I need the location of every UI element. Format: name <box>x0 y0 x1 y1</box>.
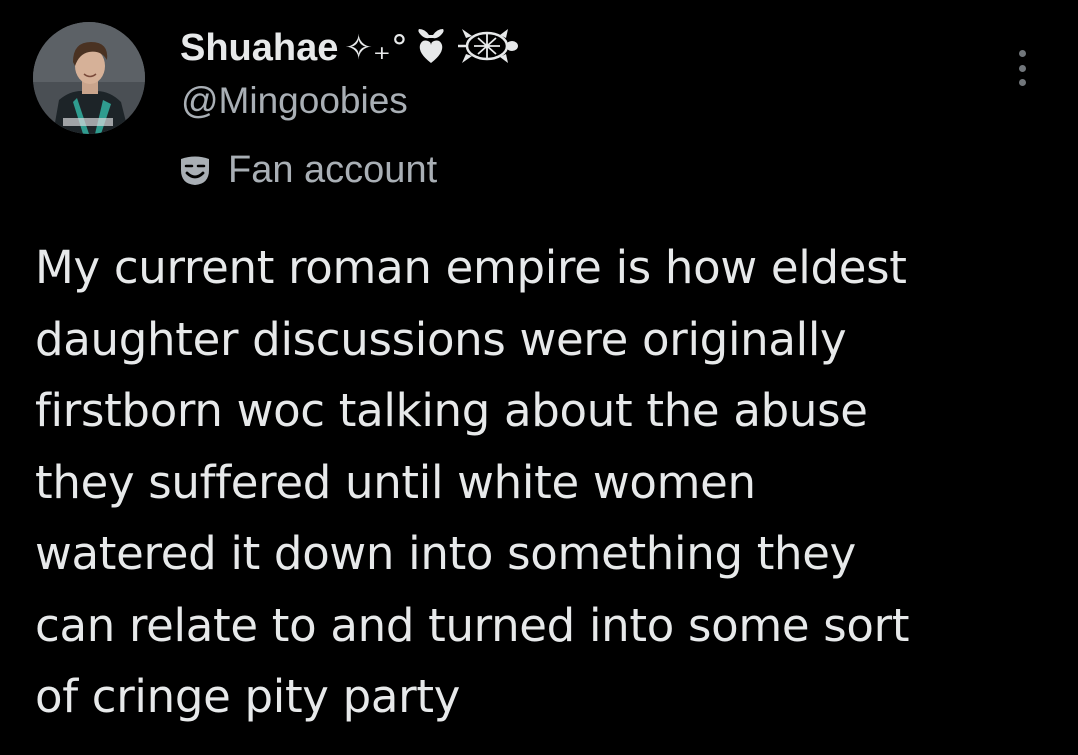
account-label[interactable]: Fan account <box>178 144 437 196</box>
tweet-text: My current roman empire is how eldest da… <box>35 241 910 723</box>
fan-account-label: Fan account <box>228 148 438 191</box>
bow-heart-icon <box>416 29 446 67</box>
avatar-photo <box>33 22 145 134</box>
more-dots-icon <box>1018 50 1026 57</box>
display-name[interactable]: Shuahae <box>180 27 338 70</box>
more-dots-icon <box>1018 79 1026 86</box>
theater-mask-icon <box>178 153 212 187</box>
avatar[interactable] <box>33 22 145 134</box>
sparkle-emoji: ✧₊° <box>344 28 408 68</box>
more-options-button[interactable] <box>1008 46 1036 90</box>
author-name-row[interactable]: Shuahae ✧₊° <box>180 20 520 76</box>
more-dots-icon <box>1018 64 1026 72</box>
user-handle[interactable]: @Mingoobies <box>181 80 408 122</box>
turtle-icon <box>454 26 520 70</box>
